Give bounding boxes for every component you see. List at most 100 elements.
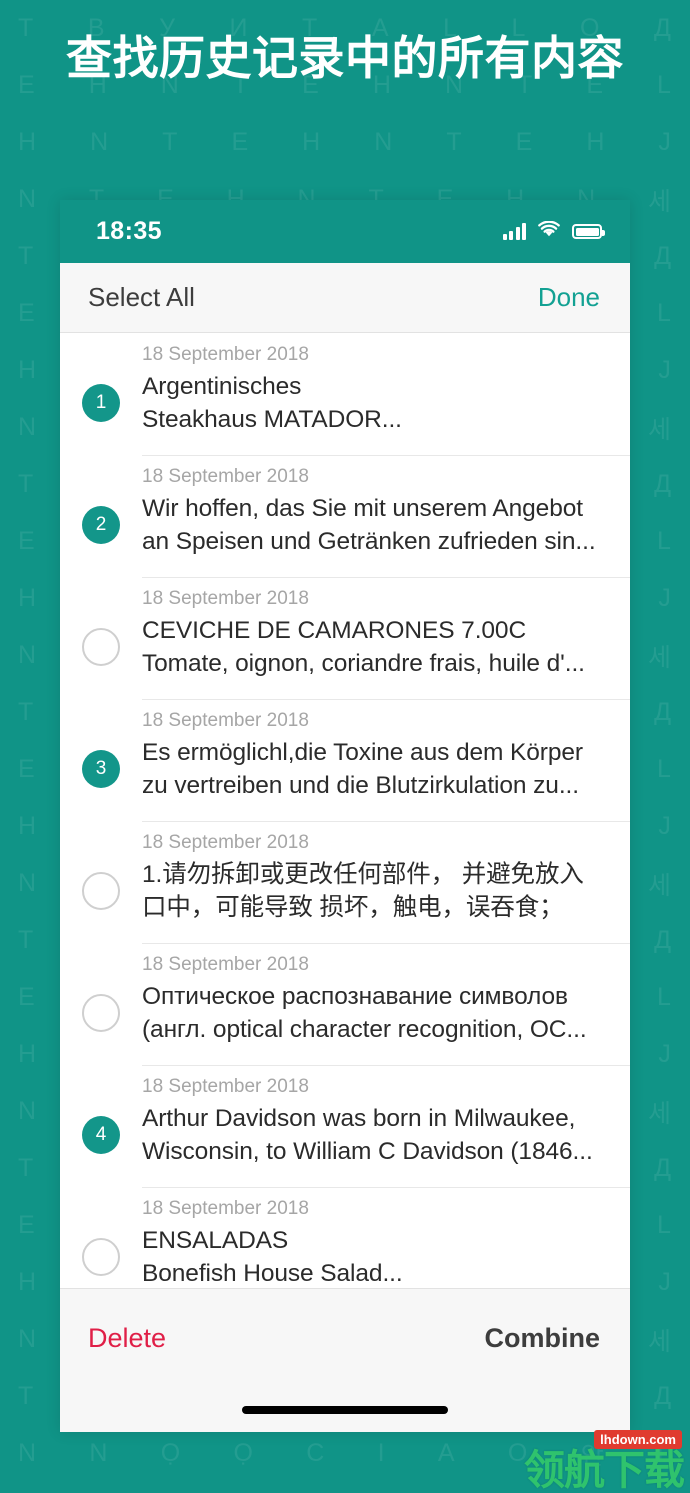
status-icon-group (502, 220, 605, 243)
background-letter: L (657, 755, 672, 783)
selection-order-badge[interactable]: 1 (82, 384, 120, 422)
home-indicator-area (60, 1388, 630, 1432)
background-letter: Д (654, 470, 672, 498)
status-bar: 18:35 (60, 200, 630, 263)
select-all-button[interactable]: Select All (88, 282, 195, 313)
list-item-body: 18 September 2018 Arthur Davidson was bor… (142, 1076, 614, 1169)
bottom-toolbar: Delete Combine (60, 1288, 630, 1388)
combine-button[interactable]: Combine (484, 1323, 600, 1354)
status-time: 18:35 (96, 217, 162, 245)
background-letter: N (18, 641, 38, 669)
selection-circle-icon[interactable] (82, 994, 120, 1032)
list-item[interactable]: 3 18 September 2018 Es ermöglichl,die Toxi… (60, 699, 630, 821)
background-letter: Ọ (160, 1439, 182, 1467)
list-item-text: Es ermöglichl,die Toxine aus dem Körper … (142, 739, 583, 800)
background-letter: 세 (647, 187, 672, 216)
selection-circle-icon[interactable] (82, 1238, 120, 1276)
selection-order-badge[interactable]: 2 (82, 506, 120, 544)
list-item-body: 18 September 2018 Argentinisches Steakhau… (142, 344, 614, 437)
list-item-date: 18 September 2018 (142, 588, 309, 609)
selection-marker[interactable] (60, 832, 142, 910)
watermark-text: 领航下载 (524, 1447, 685, 1493)
home-indicator[interactable] (242, 1406, 448, 1414)
selection-circle-icon[interactable] (82, 628, 120, 666)
selection-order-badge[interactable]: 4 (82, 1116, 120, 1154)
background-letter: H (586, 128, 606, 156)
background-letter: Д (654, 698, 672, 726)
done-button[interactable]: Done (538, 282, 600, 313)
background-letter: J (658, 1268, 672, 1296)
background-letter: T (18, 242, 35, 270)
list-item-text: Arthur Davidson was born in Milwaukee, W… (142, 1105, 593, 1166)
list-item-text: ENSALADAS Bonefish House Salad... (142, 1227, 403, 1288)
background-letter: 세 (647, 415, 672, 444)
list-item-text: Wir hoffen, das Sie mit unserem Angebot … (142, 495, 596, 556)
background-letter: T (18, 1154, 35, 1182)
background-letter: H (302, 128, 322, 156)
background-letter: Д (654, 1154, 672, 1182)
watermark-domain-badge: lhdown.com (594, 1430, 682, 1449)
list-item[interactable]: 4 18 September 2018 Arthur Davidson was bo… (60, 1065, 630, 1187)
history-list[interactable]: 1 18 September 2018 Argentinisches Steakha… (60, 333, 630, 1288)
background-letter-row: HNTEHNTEHJ (0, 114, 690, 171)
background-letter: Д (654, 1382, 672, 1410)
background-letter: 세 (647, 1327, 672, 1356)
list-item[interactable]: 2 18 September 2018 Wir hoffen, das Sie mi… (60, 455, 630, 577)
list-item[interactable]: 1 18 September 2018 Argentinisches Steakha… (60, 333, 630, 455)
background-letter: N (90, 128, 110, 156)
selection-order-badge[interactable]: 3 (82, 750, 120, 788)
list-item[interactable]: 18 September 2018 ENSALADAS Bonefish Hous… (60, 1187, 630, 1288)
background-letter: N (89, 1439, 109, 1467)
background-letter: J (658, 356, 672, 384)
background-letter: H (18, 1268, 38, 1296)
navigation-bar: Select All Done (60, 263, 630, 333)
list-item-date: 18 September 2018 (142, 1198, 309, 1219)
background-letter: T (18, 698, 35, 726)
background-letter: J (658, 812, 672, 840)
selection-marker[interactable] (60, 1198, 142, 1276)
list-item-text: 1.请勿拆卸或更改任何部件， 并避免放入 口中，可能导致 损坏，触电，误吞食； (142, 861, 584, 922)
selection-marker[interactable] (60, 588, 142, 666)
delete-button[interactable]: Delete (88, 1323, 166, 1354)
list-item-date: 18 September 2018 (142, 466, 309, 487)
list-item[interactable]: 18 September 2018 1.请勿拆卸或更改任何部件， 并避免放入 口中… (60, 821, 630, 943)
selection-marker[interactable]: 3 (60, 710, 142, 788)
battery-full-icon (572, 224, 605, 239)
list-item[interactable]: 18 September 2018 Оптическое распознавани… (60, 943, 630, 1065)
selection-marker[interactable]: 2 (60, 466, 142, 544)
background-letter: J (658, 128, 672, 156)
background-letter: N (18, 1325, 38, 1353)
background-letter: N (18, 869, 38, 897)
background-letter: H (18, 356, 38, 384)
background-letter: N (18, 1439, 38, 1467)
phone-mockup: 18:35 Select All Done 1 18 September 2018… (60, 200, 630, 1432)
background-letter: N (18, 413, 38, 441)
background-letter: H (18, 1040, 38, 1068)
list-item[interactable]: 18 September 2018 CEVICHE DE CAMARONES 7.… (60, 577, 630, 699)
background-letter: L (657, 527, 672, 555)
background-letter: 세 (647, 871, 672, 900)
list-item-body: 18 September 2018 1.请勿拆卸或更改任何部件， 并避免放入 口中… (142, 832, 614, 925)
selection-circle-icon[interactable] (82, 872, 120, 910)
background-letter: I (377, 1439, 386, 1467)
selection-marker[interactable]: 1 (60, 344, 142, 422)
background-letter: Д (654, 242, 672, 270)
background-letter: N (18, 1097, 38, 1125)
background-letter: J (658, 584, 672, 612)
background-letter: E (515, 128, 534, 156)
hero-section: 查找历史记录中的所有内容 (0, 0, 690, 89)
selection-marker[interactable] (60, 954, 142, 1032)
list-item-text: Оптическое распознавание символов (англ.… (142, 983, 587, 1044)
background-letter: J (658, 1040, 672, 1068)
list-item-text: CEVICHE DE CAMARONES 7.00C Tomate, oigno… (142, 617, 585, 678)
selection-marker[interactable]: 4 (60, 1076, 142, 1154)
background-letter: T (18, 470, 35, 498)
signal-bars-icon (502, 223, 526, 240)
watermark: 领航下载 lhdown.com (524, 1430, 685, 1493)
list-item-body: 18 September 2018 Wir hoffen, das Sie mit… (142, 466, 614, 559)
background-letter: T (162, 128, 179, 156)
background-letter: E (18, 983, 36, 1011)
background-letter: N (374, 128, 394, 156)
list-item-text: Argentinisches Steakhaus MATADOR... (142, 373, 402, 434)
list-item-body: 18 September 2018 ENSALADAS Bonefish Hous… (142, 1198, 614, 1288)
